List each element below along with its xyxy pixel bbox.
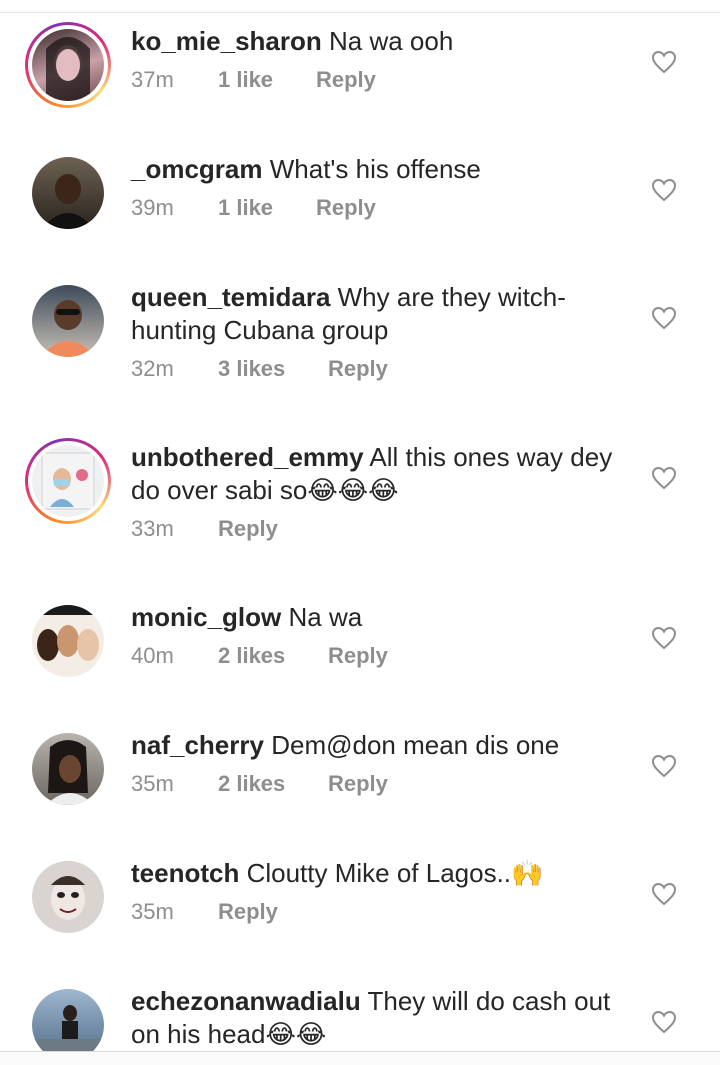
heart-outline-icon[interactable] <box>651 178 677 202</box>
comment-body: Dem@don mean dis one <box>271 730 560 760</box>
comment-text: _omcgram What's his offense <box>131 153 621 186</box>
comment-likes[interactable]: 2 likes <box>218 643 328 669</box>
heart-outline-icon[interactable] <box>651 882 677 906</box>
avatar <box>32 605 104 677</box>
comment-body: Na wa ooh <box>328 26 454 56</box>
avatar <box>32 733 104 805</box>
avatar <box>32 29 104 101</box>
reply-button[interactable]: Reply <box>328 771 388 797</box>
comment-time: 32m <box>131 356 174 381</box>
reply-button[interactable]: Reply <box>218 899 278 925</box>
comment-time: 35m <box>131 771 174 796</box>
comment-composer-area[interactable] <box>0 1052 720 1065</box>
avatar-wrap[interactable] <box>25 854 111 940</box>
comment-time: 33m <box>131 516 174 541</box>
comment-text: naf_cherry Dem@don mean dis one <box>131 729 621 762</box>
avatar-story-ring[interactable] <box>25 22 111 108</box>
avatar <box>32 285 104 357</box>
comment-likes[interactable]: 2 likes <box>218 771 328 797</box>
avatar-story-ring[interactable] <box>25 438 111 524</box>
comment-username[interactable]: ko_mie_sharon <box>131 26 322 56</box>
comment-username[interactable]: _omcgram <box>131 154 263 184</box>
reply-button[interactable]: Reply <box>328 356 388 382</box>
heart-outline-icon[interactable] <box>651 1010 677 1034</box>
comment-username[interactable]: teenotch <box>131 858 239 888</box>
comment-username[interactable]: unbothered_emmy <box>131 442 364 472</box>
avatar <box>32 861 104 933</box>
comment-item: echezonanwadialu They will do cash out o… <box>0 982 720 1051</box>
heart-outline-icon[interactable] <box>651 466 677 490</box>
comment-body: Cloutty Mike of Lagos..🙌 <box>246 858 544 888</box>
avatar <box>32 445 104 517</box>
comment-likes[interactable]: 3 likes <box>218 356 328 382</box>
avatar <box>32 157 104 229</box>
comment-text: echezonanwadialu They will do cash out o… <box>131 985 621 1051</box>
avatar-wrap[interactable] <box>25 150 111 236</box>
comment-text: queen_temidara Why are they witch-huntin… <box>131 281 621 347</box>
comment-username[interactable]: echezonanwadialu <box>131 986 361 1016</box>
avatar-wrap[interactable] <box>25 726 111 812</box>
comment-username[interactable]: naf_cherry <box>131 730 264 760</box>
avatar <box>32 989 104 1051</box>
comment-text: teenotch Cloutty Mike of Lagos..🙌 <box>131 857 621 890</box>
comment-time: 37m <box>131 67 174 92</box>
heart-outline-icon[interactable] <box>651 50 677 74</box>
comment-likes[interactable]: 1 like <box>218 67 316 93</box>
comment-username[interactable]: monic_glow <box>131 602 281 632</box>
heart-outline-icon[interactable] <box>651 626 677 650</box>
reply-button[interactable]: Reply <box>328 643 388 669</box>
comment-time: 39m <box>131 195 174 220</box>
reply-button[interactable]: Reply <box>316 195 376 221</box>
avatar-wrap[interactable] <box>25 982 111 1051</box>
comment-text: unbothered_emmy All this ones way dey do… <box>131 441 621 507</box>
comment-body: Na wa <box>288 602 363 632</box>
top-divider <box>0 12 720 13</box>
heart-outline-icon[interactable] <box>651 306 677 330</box>
reply-button[interactable]: Reply <box>218 516 278 542</box>
comment-body: What's his offense <box>269 154 481 184</box>
comment-time: 40m <box>131 643 174 668</box>
comment-text: monic_glow Na wa <box>131 601 621 634</box>
reply-button[interactable]: Reply <box>316 67 376 93</box>
avatar-wrap[interactable] <box>25 278 111 364</box>
heart-outline-icon[interactable] <box>651 754 677 778</box>
comment-likes[interactable]: 1 like <box>218 195 316 221</box>
comment-text: ko_mie_sharon Na wa ooh <box>131 25 621 58</box>
avatar-wrap[interactable] <box>25 598 111 684</box>
comment-time: 35m <box>131 899 174 924</box>
comment-username[interactable]: queen_temidara <box>131 282 330 312</box>
